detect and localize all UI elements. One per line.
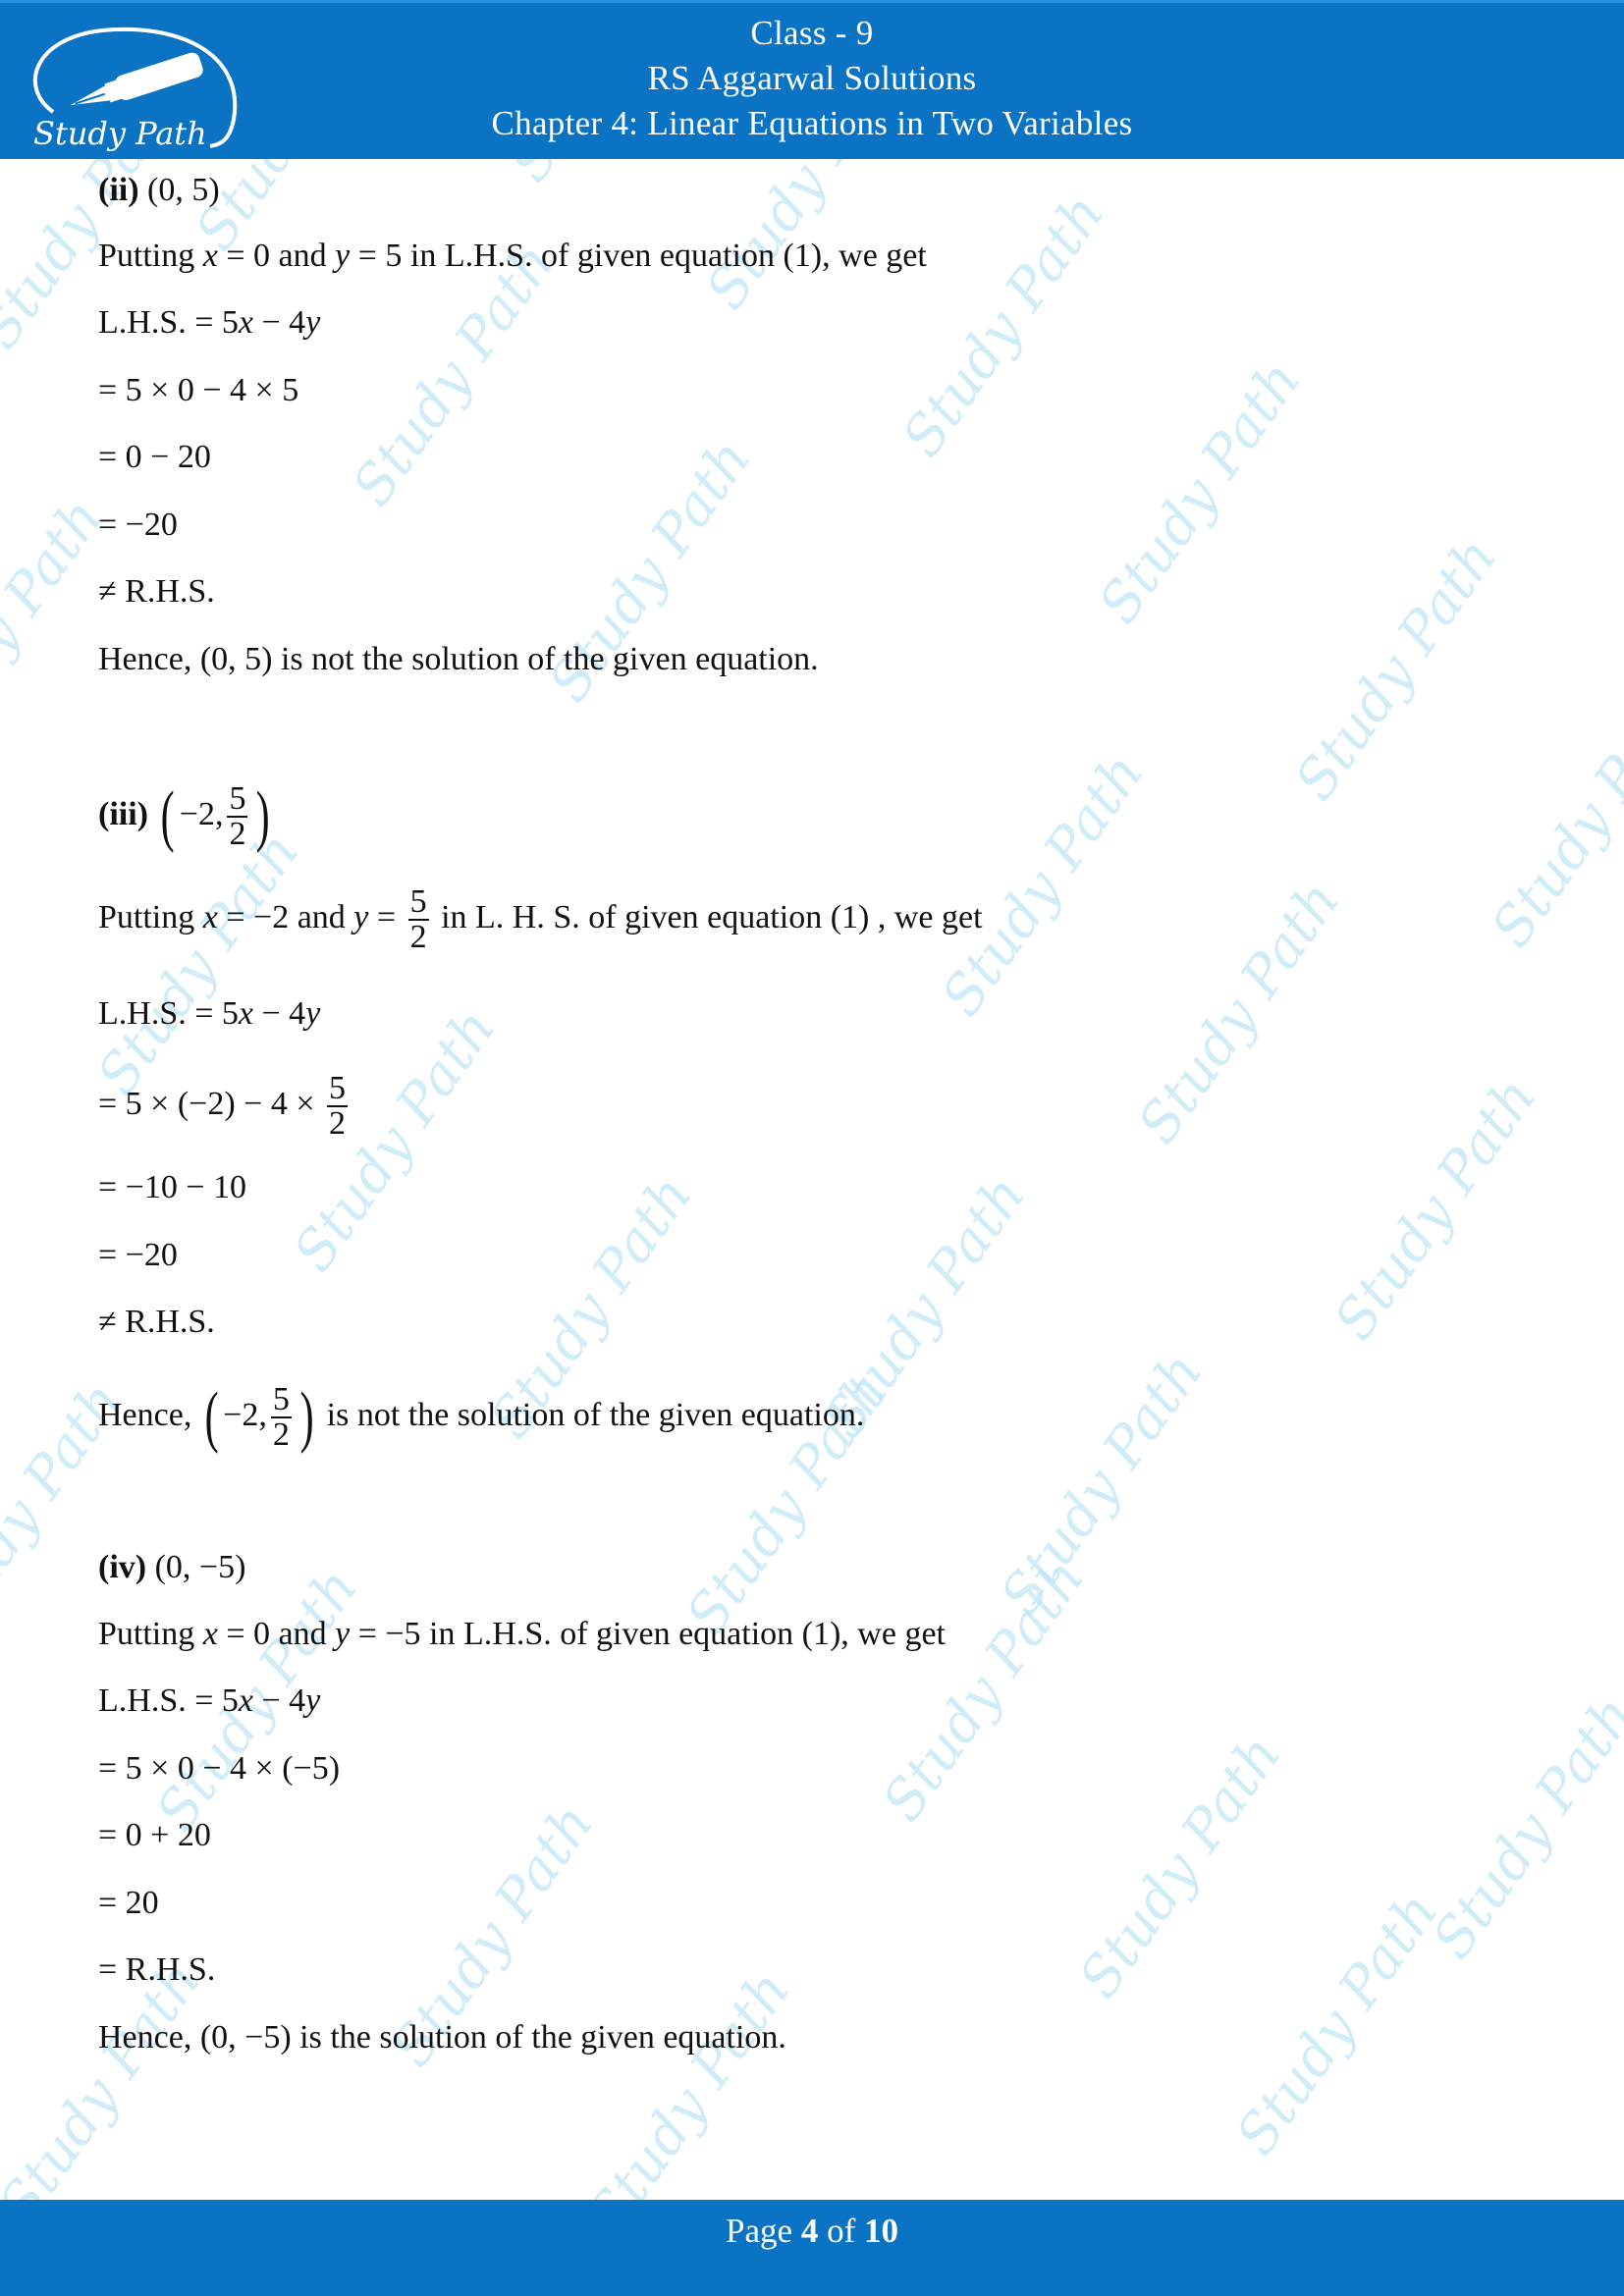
part-ii-conclusion: Hence, (0, 5) is not the solution of the… (98, 641, 819, 677)
part-iv-conclusion: Hence, (0, −5) is the solution of the gi… (98, 2019, 786, 2056)
watermark: Study Path (1420, 1684, 1624, 1970)
part-label: (iii) (98, 796, 148, 832)
part-ii-step: = 0 − 20 (98, 439, 211, 475)
watermark: Study Path (1066, 1724, 1294, 2009)
chapter-title: Chapter 4: Linear Equations in Two Varia… (491, 104, 1133, 142)
part-label: (iv) (98, 1549, 147, 1585)
watermark: Study Path (575, 1959, 803, 2200)
part-iii-conclusion: Hence, (−2, 5 2) is not the solution of th… (98, 1379, 865, 1456)
point-value: (0, −5) (154, 1549, 246, 1585)
part-iii-lhs: L.H.S. = 5x − 4y (98, 995, 321, 1032)
page-header: Study Path Class - 9 RS Aggarwal Solutio… (0, 0, 1624, 159)
class-label: Class - 9 (750, 14, 874, 52)
watermark: Study Path (1125, 870, 1353, 1155)
watermark: Study Path (1322, 1066, 1549, 1352)
watermark: Study Path (498, 159, 725, 193)
part-iii-substitution: Putting x = −2 and y = 52 in L. H. S. of… (98, 883, 983, 956)
part-ii-substitution: Putting x = 0 and y = 5 in L.H.S. of giv… (98, 238, 927, 274)
watermark: Study Path (1086, 349, 1314, 635)
part-iv-lhs: L.H.S. = 5x − 4y (98, 1682, 321, 1719)
part-iii-heading: (iii) (−2, 5 2) (98, 778, 271, 855)
page-indicator: Page 4 of 10 (726, 2212, 898, 2250)
part-iii-step: = −10 − 10 (98, 1169, 247, 1205)
part-iv-step: = 20 (98, 1885, 159, 1921)
part-iv-substitution: Putting x = 0 and y = −5 in L.H.S. of gi… (98, 1616, 946, 1652)
part-ii-step: ≠ R.H.S. (98, 573, 215, 610)
point-value: (0, 5) (147, 172, 220, 208)
page-footer: Page 4 of 10 (0, 2200, 1624, 2296)
total-pages: 10 (863, 2212, 898, 2250)
part-iii-step: = −20 (98, 1237, 178, 1273)
watermark: Study Path (890, 183, 1117, 468)
watermark: Study Path (1282, 526, 1510, 812)
part-ii-step: = −20 (98, 507, 178, 543)
part-iv-heading: (iv) (0, −5) (98, 1548, 245, 1587)
part-iv-step: = 5 × 0 − 4 × (−5) (98, 1750, 341, 1787)
part-label: (ii) (98, 172, 139, 208)
watermark: Study Path (84, 821, 312, 1106)
part-iii-step: ≠ R.H.S. (98, 1304, 215, 1340)
book-title: RS Aggarwal Solutions (647, 59, 977, 97)
part-iv-step: = R.H.S. (98, 1951, 216, 1988)
part-ii-step: = 5 × 0 − 4 × 5 (98, 372, 299, 408)
part-iii-step: = 5 × (−2) − 4 × 52 (98, 1070, 349, 1143)
watermark: Study Path (988, 1341, 1216, 1627)
current-page: 4 (800, 2212, 819, 2250)
watermark: Study Path (1223, 1881, 1451, 2166)
watermark: Study Path (1479, 673, 1624, 959)
part-iv-step: = 0 + 20 (98, 1817, 211, 1853)
part-ii-heading: (ii) (0, 5) (98, 171, 220, 210)
part-ii-lhs: L.H.S. = 5x − 4y (98, 304, 321, 341)
watermark: Study Path (870, 1547, 1098, 1833)
